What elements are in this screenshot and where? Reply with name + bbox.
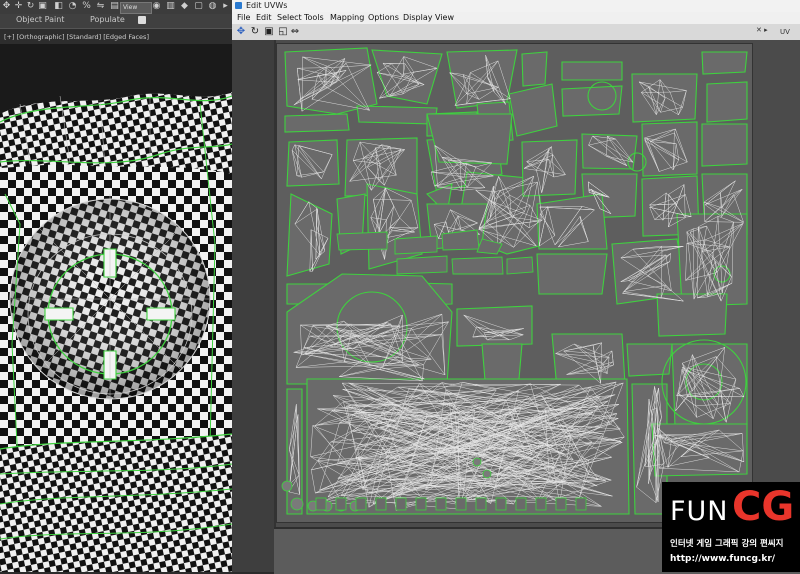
watermark-tagline: 인터넷 게임 그래픽 강의 편씨지 <box>670 537 784 549</box>
uv-window-icon <box>235 2 242 9</box>
move-tool-icon[interactable]: ✥ <box>236 27 246 37</box>
uv-small-islands <box>276 470 636 520</box>
align-icon[interactable]: ▤ <box>110 2 119 11</box>
teapot-icon[interactable]: ◍ <box>208 2 217 11</box>
rotate-tool-icon[interactable]: ↻ <box>250 27 260 37</box>
material-editor-icon[interactable]: ◉ <box>152 2 161 11</box>
mirror-tool-icon[interactable]: ⇔ <box>290 27 300 37</box>
main-toolbar: ✥ ✛ ↻ ▣ ◧ ◔ % ⇋ ▤ ▦ ◩ ◉ ▥ ◆ ▢ ◍ ▸ <box>0 0 232 14</box>
select-icon[interactable]: ✥ <box>2 2 11 11</box>
scale-icon[interactable]: ▣ <box>38 2 47 11</box>
uv-window-title: Edit UVWs <box>246 1 287 10</box>
uv-titlebar[interactable]: Edit UVWs <box>232 0 800 12</box>
angle-snap-icon[interactable]: ◔ <box>68 2 77 11</box>
uv-tile-0-1[interactable] <box>276 43 753 523</box>
ribbon-tabs: Object Paint Populate <box>0 14 232 29</box>
more-icon[interactable]: ▸ <box>221 2 230 11</box>
view-dropdown[interactable]: View <box>120 2 152 14</box>
checker-model <box>0 44 232 572</box>
menu-options[interactable]: Options <box>368 13 399 22</box>
snap-icon[interactable]: ◧ <box>54 2 63 11</box>
uv-islands <box>277 44 752 522</box>
watermark-fun: FUN <box>670 496 729 527</box>
scale-tool-icon[interactable]: ▣ <box>264 27 274 37</box>
uv-toolbar: ✥ ↻ ▣ ◱ ⇔ ✕ ▸ UV <box>232 24 800 41</box>
tab-populate[interactable]: Populate <box>90 15 125 24</box>
menu-tools[interactable]: Tools <box>304 13 324 22</box>
watermark-cg: CG <box>732 484 794 530</box>
orthographic-viewport[interactable] <box>0 44 232 572</box>
move-icon[interactable]: ✛ <box>14 2 23 11</box>
render-setup-icon[interactable]: ▥ <box>166 2 175 11</box>
mirror-icon[interactable]: ⇋ <box>96 2 105 11</box>
menu-display[interactable]: Display <box>403 13 433 22</box>
render-frame-icon[interactable]: ▢ <box>194 2 203 11</box>
menu-view[interactable]: View <box>435 13 454 22</box>
rotate-icon[interactable]: ↻ <box>26 2 35 11</box>
watermark-url[interactable]: http://www.funcg.kr/ <box>670 554 775 564</box>
viewport-label[interactable]: [+] [Orthographic] [Standard] [Edged Fac… <box>4 33 149 41</box>
render-icon[interactable]: ◆ <box>180 2 189 11</box>
menu-file[interactable]: File <box>237 13 250 22</box>
percent-snap-icon[interactable]: % <box>82 2 91 11</box>
menu-edit[interactable]: Edit <box>256 13 272 22</box>
ribbon-toggle-icon[interactable] <box>138 16 146 24</box>
close-icon[interactable]: ✕ ▸ <box>756 26 768 34</box>
tab-object-paint[interactable]: Object Paint <box>16 15 64 24</box>
freeform-tool-icon[interactable]: ◱ <box>278 27 288 37</box>
uv-left-strip <box>232 40 274 572</box>
menu-select[interactable]: Select <box>277 13 302 22</box>
uv-space-label: UV <box>780 28 790 36</box>
max-viewport-pane: ✥ ✛ ↻ ▣ ◧ ◔ % ⇋ ▤ ▦ ◩ ◉ ▥ ◆ ▢ ◍ ▸ Object… <box>0 0 232 572</box>
funcg-watermark: FUN CG 인터넷 게임 그래픽 강의 편씨지 http://www.func… <box>662 482 800 572</box>
menu-mapping[interactable]: Mapping <box>330 13 364 22</box>
